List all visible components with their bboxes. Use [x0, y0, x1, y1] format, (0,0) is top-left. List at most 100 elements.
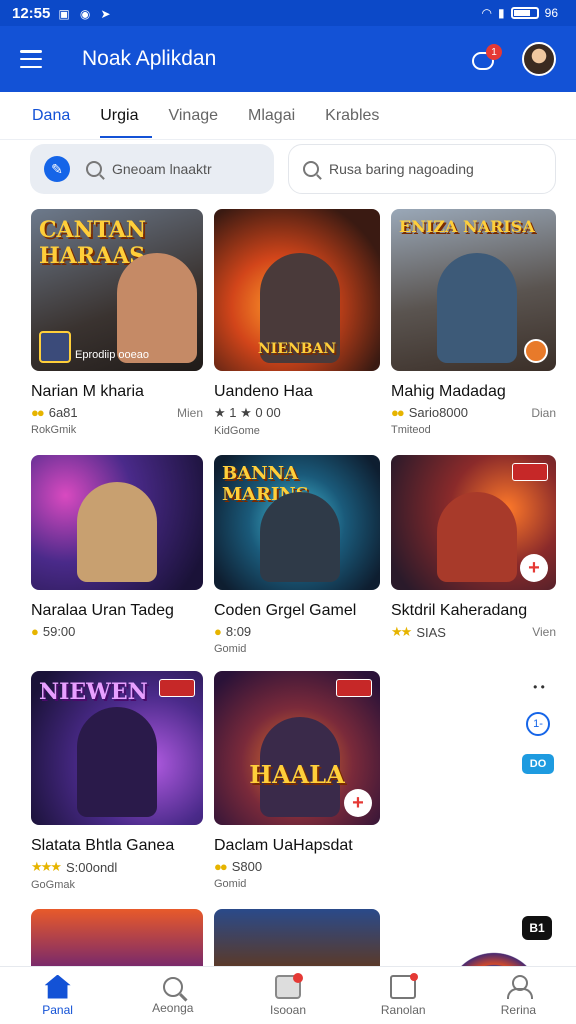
round-badge-icon	[524, 339, 548, 363]
search-placeholder-secondary: Rusa baring nagoading	[329, 161, 474, 177]
wifi-icon: ◠	[481, 6, 493, 20]
tab-vinage[interactable]: Vinage	[168, 92, 218, 140]
category-tabs: Dana Urgia Vinage Mlagai Krables	[0, 92, 576, 140]
game-card[interactable]: ENIZA NARISA Mahig Madadag ●● Sario8000 …	[391, 209, 556, 436]
side-controls: • • 1- DO	[522, 680, 556, 792]
star-rating-icon: ★★	[391, 624, 412, 639]
avatar[interactable]	[522, 42, 556, 76]
tag-icon	[336, 679, 372, 697]
controller-icon[interactable]: DO	[522, 754, 554, 774]
status-time: 12:55	[12, 4, 51, 22]
gallery-icon	[390, 972, 419, 999]
floating-action-button[interactable]: B1	[522, 916, 552, 940]
nav-item-aeonga[interactable]: Aeonga	[115, 967, 230, 1024]
coin-icon: ●	[31, 624, 39, 639]
game-thumbnail[interactable]: BANNA MARINS	[214, 455, 380, 590]
coin-icon: ●	[214, 624, 222, 639]
game-rating: SIAS	[416, 624, 446, 640]
nav-item-isooan[interactable]: Isooan	[230, 967, 345, 1024]
game-title: Naralaa Uran Tadeg	[31, 602, 174, 619]
battery-icon	[510, 7, 539, 19]
search-icon	[86, 161, 102, 177]
game-card[interactable]: + Sktdril Kaheradang ★★ SIAS Vien	[391, 455, 556, 640]
game-thumbnail[interactable]	[31, 455, 203, 590]
home-icon	[44, 974, 71, 999]
notification-badge: 1	[486, 44, 502, 60]
coin-icon: ●●	[214, 859, 228, 874]
game-rating: S800	[231, 859, 263, 874]
sync-icon: ◉	[79, 6, 91, 21]
game-rating: S:00ondl	[65, 859, 118, 875]
game-card[interactable]: Naralaa Uran Tadeg ● 59:00	[31, 455, 203, 639]
search-input-primary[interactable]: ✎ Gneoam lnaaktr	[30, 144, 274, 194]
game-title: Mahig Madadag	[391, 383, 506, 400]
nav-label: Aeonga	[152, 1000, 194, 1015]
add-icon[interactable]: +	[520, 554, 548, 582]
game-card[interactable]: CANTAN HARAAS Eprodiip ooeao Narian M kh…	[31, 209, 203, 436]
search-placeholder-primary: Gneoam lnaaktr	[112, 161, 212, 177]
chat-button[interactable]: 1	[470, 44, 502, 74]
nav-label: Rerina	[500, 1002, 537, 1017]
thumbnail-banner: HAALA	[249, 760, 345, 789]
tab-dana[interactable]: Dana	[32, 92, 70, 140]
nav-item-panal[interactable]: Panal	[0, 967, 115, 1024]
profile-icon	[507, 974, 534, 999]
page-icon[interactable]: 1-	[526, 712, 550, 736]
thumbnail-caption: Eprodiip ooeao	[75, 349, 150, 361]
coin-icon: ●●	[31, 405, 45, 420]
more-icon[interactable]: • •	[522, 680, 556, 694]
game-title: Slatata Bhtla Ganea	[31, 837, 175, 854]
app-title: Noak Aplikdan	[82, 47, 217, 70]
game-title: Sktdril Kaheradang	[391, 602, 528, 619]
library-icon	[275, 972, 303, 999]
game-card[interactable]: BANNA MARINS Coden Grgel Gamel ● 8:09 Go…	[214, 455, 380, 655]
tag-icon	[512, 463, 548, 481]
game-thumbnail[interactable]: HAALA +	[214, 671, 380, 825]
search-icon	[303, 161, 319, 177]
search-icon	[162, 976, 183, 997]
game-thumbnail[interactable]	[31, 909, 203, 966]
game-rating: Sario8000	[408, 405, 468, 420]
game-category: GoGmak	[31, 879, 76, 891]
thumbnail-banner: ENIZA NARISA	[399, 217, 535, 236]
game-thumbnail[interactable]: NIENBAN	[214, 209, 380, 371]
nav-label: Isooan	[269, 1002, 307, 1017]
game-category: RokGmik	[31, 424, 77, 436]
signal-icon: ▮	[498, 6, 505, 20]
game-category: Gomid	[214, 643, 247, 655]
tab-krables[interactable]: Krables	[325, 92, 379, 140]
game-rating: ★ 1 ★ 0 00	[214, 405, 281, 420]
tab-mlagai[interactable]: Mlagai	[248, 92, 295, 140]
nav-label: Panal	[42, 1002, 73, 1017]
game-category: KidGome	[214, 425, 260, 437]
app-bar: Noak Aplikdan 1	[0, 26, 576, 92]
game-extra: Mien	[176, 405, 203, 420]
star-rating-icon: ★★★	[31, 859, 62, 874]
bottom-nav: Panal Aeonga Isooan Ranolan Rerina	[0, 966, 576, 1024]
game-title: Coden Grgel Gamel	[214, 602, 357, 619]
menu-icon[interactable]	[20, 50, 42, 68]
battery-percent: 96	[544, 6, 558, 20]
coin-icon: ●●	[391, 405, 405, 420]
game-category: Gomid	[214, 878, 247, 890]
game-card[interactable]: HAALA + Daclam UaHapsdat ●● S800 Gomid	[214, 671, 380, 890]
nav-label: Ranolan	[380, 1002, 426, 1017]
game-rating: 6a81	[48, 405, 78, 420]
game-thumbnail[interactable]: +	[391, 455, 556, 590]
nav-item-ranolan[interactable]: Ranolan	[346, 967, 461, 1024]
game-card[interactable]: NIEWEN Slatata Bhtla Ganea ★★★ S:00ondl …	[31, 671, 203, 891]
game-thumbnail[interactable]: ENIZA NARISA	[391, 209, 556, 371]
status-bar: 12:55 ▣ ◉ ➤ ◠ ▮ 96	[0, 0, 576, 26]
tab-urgia[interactable]: Urgia	[100, 92, 153, 140]
add-icon[interactable]: +	[344, 789, 372, 817]
game-card[interactable]: NIENBAN Uandeno Haa ★ 1 ★ 0 00 KidGome	[214, 209, 380, 437]
game-extra: Dian	[531, 405, 556, 420]
game-thumbnail[interactable]: CANTAN HARAAS Eprodiip ooeao	[31, 209, 203, 371]
game-thumbnail[interactable]: NIEWEN	[31, 671, 203, 825]
search-input-secondary[interactable]: Rusa baring nagoading	[288, 144, 556, 194]
game-thumbnail[interactable]	[214, 909, 380, 966]
game-rating: 8:09	[225, 624, 252, 639]
game-extra: Vien	[532, 625, 556, 639]
thumbnail-banner: NIENBAN	[257, 341, 337, 357]
nav-item-rerina[interactable]: Rerina	[461, 967, 576, 1024]
